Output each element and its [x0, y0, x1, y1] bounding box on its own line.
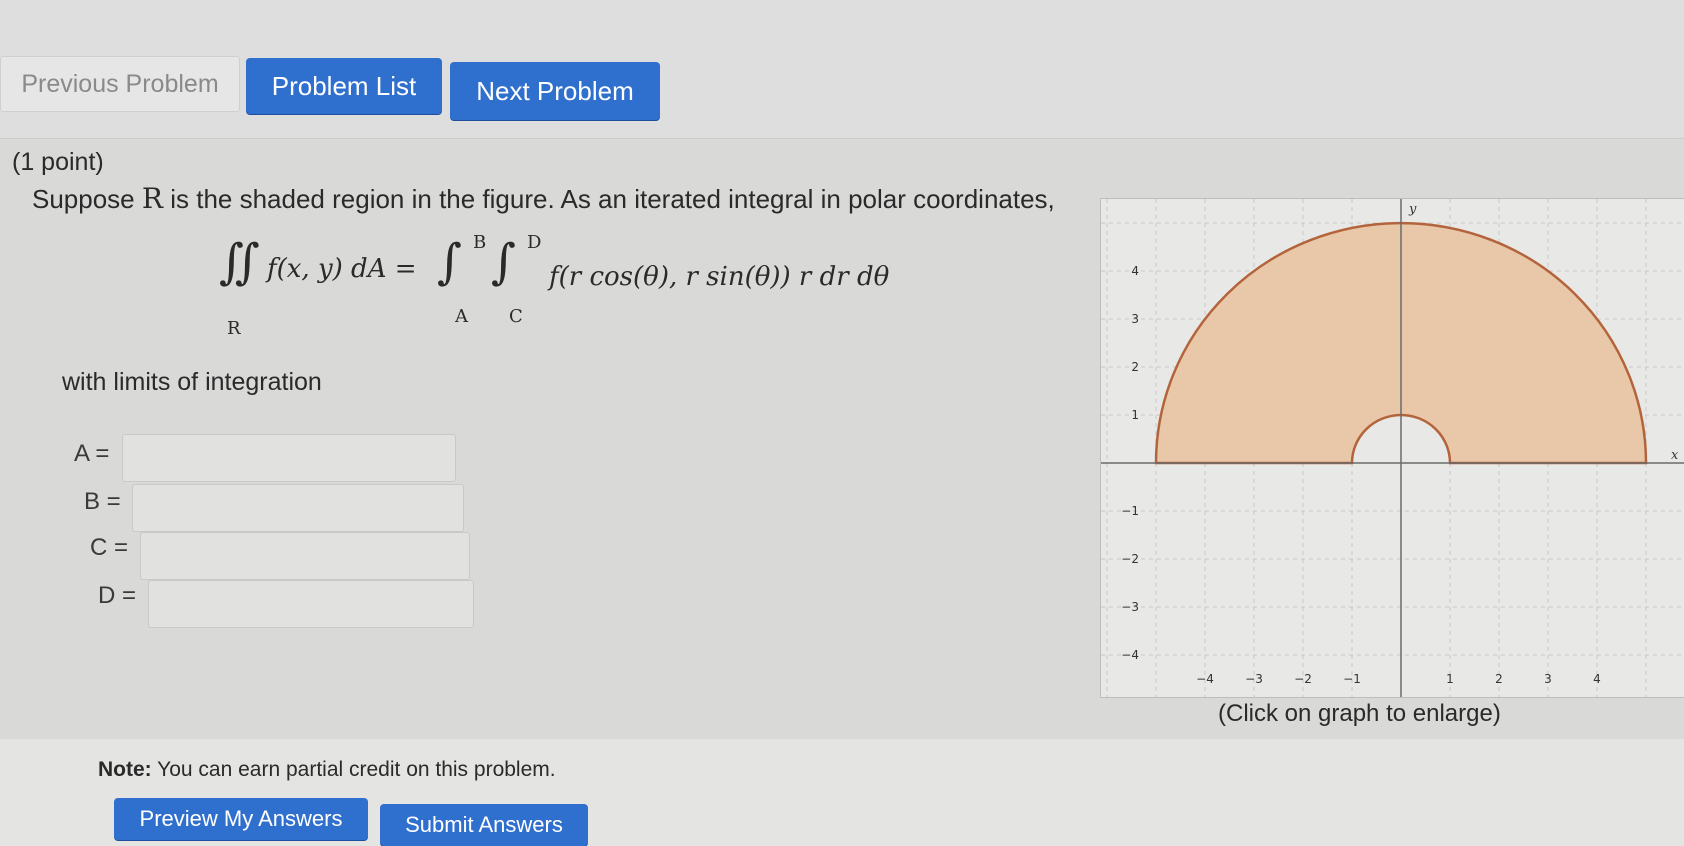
label-b: B =: [84, 488, 121, 515]
y-tick-label: 1: [1131, 408, 1139, 422]
label-c: C =: [90, 534, 129, 561]
problem-list-button[interactable]: Problem List: [246, 58, 442, 114]
x-tick-label: −3: [1245, 672, 1263, 686]
x-tick-label: 1: [1446, 672, 1454, 686]
limit-d: D: [527, 232, 542, 253]
region-variable: R: [141, 182, 163, 215]
outer-integral-sign: ∫: [437, 234, 463, 290]
limit-b: B: [473, 232, 487, 253]
answer-a-input[interactable]: [122, 434, 456, 482]
limits-text: with limits of integration: [62, 368, 322, 396]
note-label: Note:: [98, 758, 152, 781]
graph-caption[interactable]: (Click on graph to enlarge): [1218, 700, 1501, 728]
y-axis-label: y: [1408, 202, 1417, 217]
previous-problem-button[interactable]: Previous Problem: [0, 56, 240, 112]
x-tick-label: 4: [1593, 672, 1601, 686]
answer-b-input[interactable]: [132, 484, 464, 532]
x-tick-label: −4: [1196, 672, 1214, 686]
x-tick-label: −2: [1294, 672, 1312, 686]
y-tick-label: −3: [1121, 600, 1139, 614]
preview-answers-button[interactable]: Preview My Answers: [114, 798, 368, 840]
y-tick-label: −4: [1121, 648, 1139, 662]
answer-d-input[interactable]: [148, 580, 474, 628]
graph-svg[interactable]: −4 −3 −2 −1 1 2 3 4 4 3 2 1 −1 −2 −3 −4 x y: [1101, 199, 1684, 697]
label-a: A =: [74, 440, 110, 467]
submit-answers-button[interactable]: Submit Answers: [380, 804, 588, 846]
x-tick-label: 3: [1544, 672, 1552, 686]
limit-a: A: [455, 306, 468, 327]
lhs-integrand: f(x, y) dA =: [267, 254, 417, 284]
prompt-before: Suppose: [32, 184, 135, 214]
region-subscript: R: [227, 318, 241, 339]
next-problem-button[interactable]: Next Problem: [450, 62, 660, 120]
prompt-after: is the shaded region in the figure. As a…: [170, 184, 1055, 214]
region-graph[interactable]: −4 −3 −2 −1 1 2 3 4 4 3 2 1 −1 −2 −3 −4 x y: [1100, 198, 1684, 698]
label-d: D =: [98, 582, 137, 609]
y-tick-label: −2: [1121, 552, 1139, 566]
y-tick-label: 4: [1131, 264, 1139, 278]
y-tick-label: −1: [1121, 504, 1139, 518]
inner-integral-sign: ∫: [491, 234, 517, 290]
problem-prompt: Suppose R is the shaded region in the fi…: [32, 182, 1055, 215]
limit-c: C: [509, 306, 523, 327]
y-tick-label: 3: [1131, 312, 1139, 326]
partial-credit-note: Note: You can earn partial credit on thi…: [98, 758, 556, 782]
note-text: You can earn partial credit on this prob…: [157, 758, 556, 781]
x-tick-label: 2: [1495, 672, 1503, 686]
rhs-integrand: f(r cos(θ), r sin(θ)) r dr dθ: [549, 262, 890, 292]
y-tick-label: 2: [1131, 360, 1139, 374]
double-integral-sign: ∬: [219, 234, 260, 290]
point-value: (1 point): [12, 148, 104, 176]
x-tick-label: −1: [1343, 672, 1361, 686]
answer-c-input[interactable]: [140, 532, 470, 580]
x-axis-label: x: [1671, 448, 1679, 463]
